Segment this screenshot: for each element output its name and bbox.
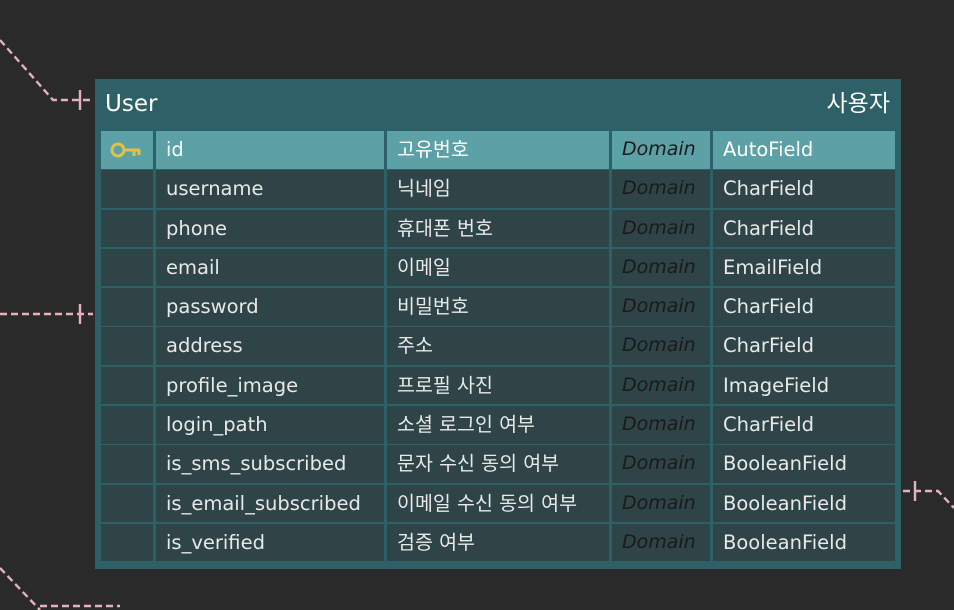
column-domain: Domain bbox=[612, 327, 710, 365]
column-logical-name: 주소 bbox=[387, 327, 609, 365]
column-logical-name: 이메일 수신 동의 여부 bbox=[387, 484, 609, 523]
key-icon bbox=[110, 142, 141, 158]
column-row[interactable]: email 이메일 Domain EmailField bbox=[101, 248, 895, 287]
column-logical-name: 비밀번호 bbox=[387, 288, 609, 326]
column-logical-name: 검증 여부 bbox=[387, 523, 609, 562]
relation-line-right[interactable] bbox=[903, 481, 954, 509]
column-type: AutoField bbox=[713, 131, 895, 169]
column-domain: Domain bbox=[612, 406, 710, 444]
relation-line-bottom-left[interactable] bbox=[0, 567, 120, 610]
key-cell bbox=[101, 170, 153, 208]
column-name: is_verified bbox=[156, 523, 384, 562]
relation-line-top-left[interactable] bbox=[0, 39, 93, 110]
column-row[interactable]: is_email_subscribed 이메일 수신 동의 여부 Domain Boo… bbox=[101, 484, 895, 523]
key-cell bbox=[101, 523, 153, 562]
column-domain: Domain bbox=[612, 170, 710, 208]
column-logical-name: 프로필 사진 bbox=[387, 366, 609, 405]
column-name: id bbox=[156, 131, 384, 169]
column-row[interactable]: phone 휴대폰 번호 Domain CharField bbox=[101, 209, 895, 248]
column-row[interactable]: login_path 소셜 로그인 여부 Domain CharField bbox=[101, 406, 895, 444]
column-name: username bbox=[156, 170, 384, 208]
entity-name: User bbox=[105, 91, 158, 117]
column-domain: Domain bbox=[612, 445, 710, 483]
column-type: BooleanField bbox=[713, 445, 895, 483]
column-logical-name: 문자 수신 동의 여부 bbox=[387, 445, 609, 483]
key-cell bbox=[101, 209, 153, 248]
column-logical-name: 소셜 로그인 여부 bbox=[387, 406, 609, 444]
column-domain: Domain bbox=[612, 131, 710, 169]
entity-logical-name: 사용자 bbox=[826, 91, 890, 117]
column-domain: Domain bbox=[612, 248, 710, 287]
column-name: profile_image bbox=[156, 366, 384, 405]
column-type: CharField bbox=[713, 209, 895, 248]
column-row[interactable]: is_sms_subscribed 문자 수신 동의 여부 Domain Boolea… bbox=[101, 445, 895, 483]
column-row[interactable]: address 주소 Domain CharField bbox=[101, 327, 895, 365]
column-domain: Domain bbox=[612, 209, 710, 248]
column-type: CharField bbox=[713, 406, 895, 444]
column-row[interactable]: is_verified 검증 여부 Domain BooleanField bbox=[101, 523, 895, 562]
column-logical-name: 휴대폰 번호 bbox=[387, 209, 609, 248]
column-row[interactable]: password 비밀번호 Domain CharField bbox=[101, 288, 895, 326]
column-name: email bbox=[156, 248, 384, 287]
column-name: is_email_subscribed bbox=[156, 484, 384, 523]
column-type: CharField bbox=[713, 170, 895, 208]
column-type: CharField bbox=[713, 288, 895, 326]
column-name: address bbox=[156, 327, 384, 365]
key-cell bbox=[101, 366, 153, 405]
column-name: password bbox=[156, 288, 384, 326]
key-cell bbox=[101, 445, 153, 483]
key-cell bbox=[101, 484, 153, 523]
relation-line-middle-left[interactable] bbox=[0, 304, 93, 324]
key-cell bbox=[101, 248, 153, 287]
column-row[interactable]: profile_image 프로필 사진 Domain ImageField bbox=[101, 366, 895, 405]
column-logical-name: 고유번호 bbox=[387, 131, 609, 169]
column-name: phone bbox=[156, 209, 384, 248]
column-domain: Domain bbox=[612, 288, 710, 326]
column-type: EmailField bbox=[713, 248, 895, 287]
column-row[interactable]: id 고유번호 Domain AutoField bbox=[101, 131, 895, 169]
user-entity-table[interactable]: User 사용자 id 고유번호 Domain AutoField username 닉네… bbox=[95, 79, 901, 569]
column-type: BooleanField bbox=[713, 484, 895, 523]
column-name: is_sms_subscribed bbox=[156, 445, 384, 483]
key-cell bbox=[101, 327, 153, 365]
column-type: BooleanField bbox=[713, 523, 895, 562]
key-cell bbox=[101, 288, 153, 326]
column-logical-name: 닉네임 bbox=[387, 170, 609, 208]
key-cell bbox=[101, 131, 153, 169]
column-domain: Domain bbox=[612, 366, 710, 405]
key-cell bbox=[101, 406, 153, 444]
column-name: login_path bbox=[156, 406, 384, 444]
column-type: ImageField bbox=[713, 366, 895, 405]
column-row[interactable]: username 닉네임 Domain CharField bbox=[101, 170, 895, 208]
column-list: id 고유번호 Domain AutoField username 닉네임 Domain Ch… bbox=[101, 131, 895, 563]
column-domain: Domain bbox=[612, 484, 710, 523]
column-domain: Domain bbox=[612, 523, 710, 562]
column-type: CharField bbox=[713, 327, 895, 365]
entity-header[interactable]: User 사용자 bbox=[95, 79, 901, 129]
column-logical-name: 이메일 bbox=[387, 248, 609, 287]
